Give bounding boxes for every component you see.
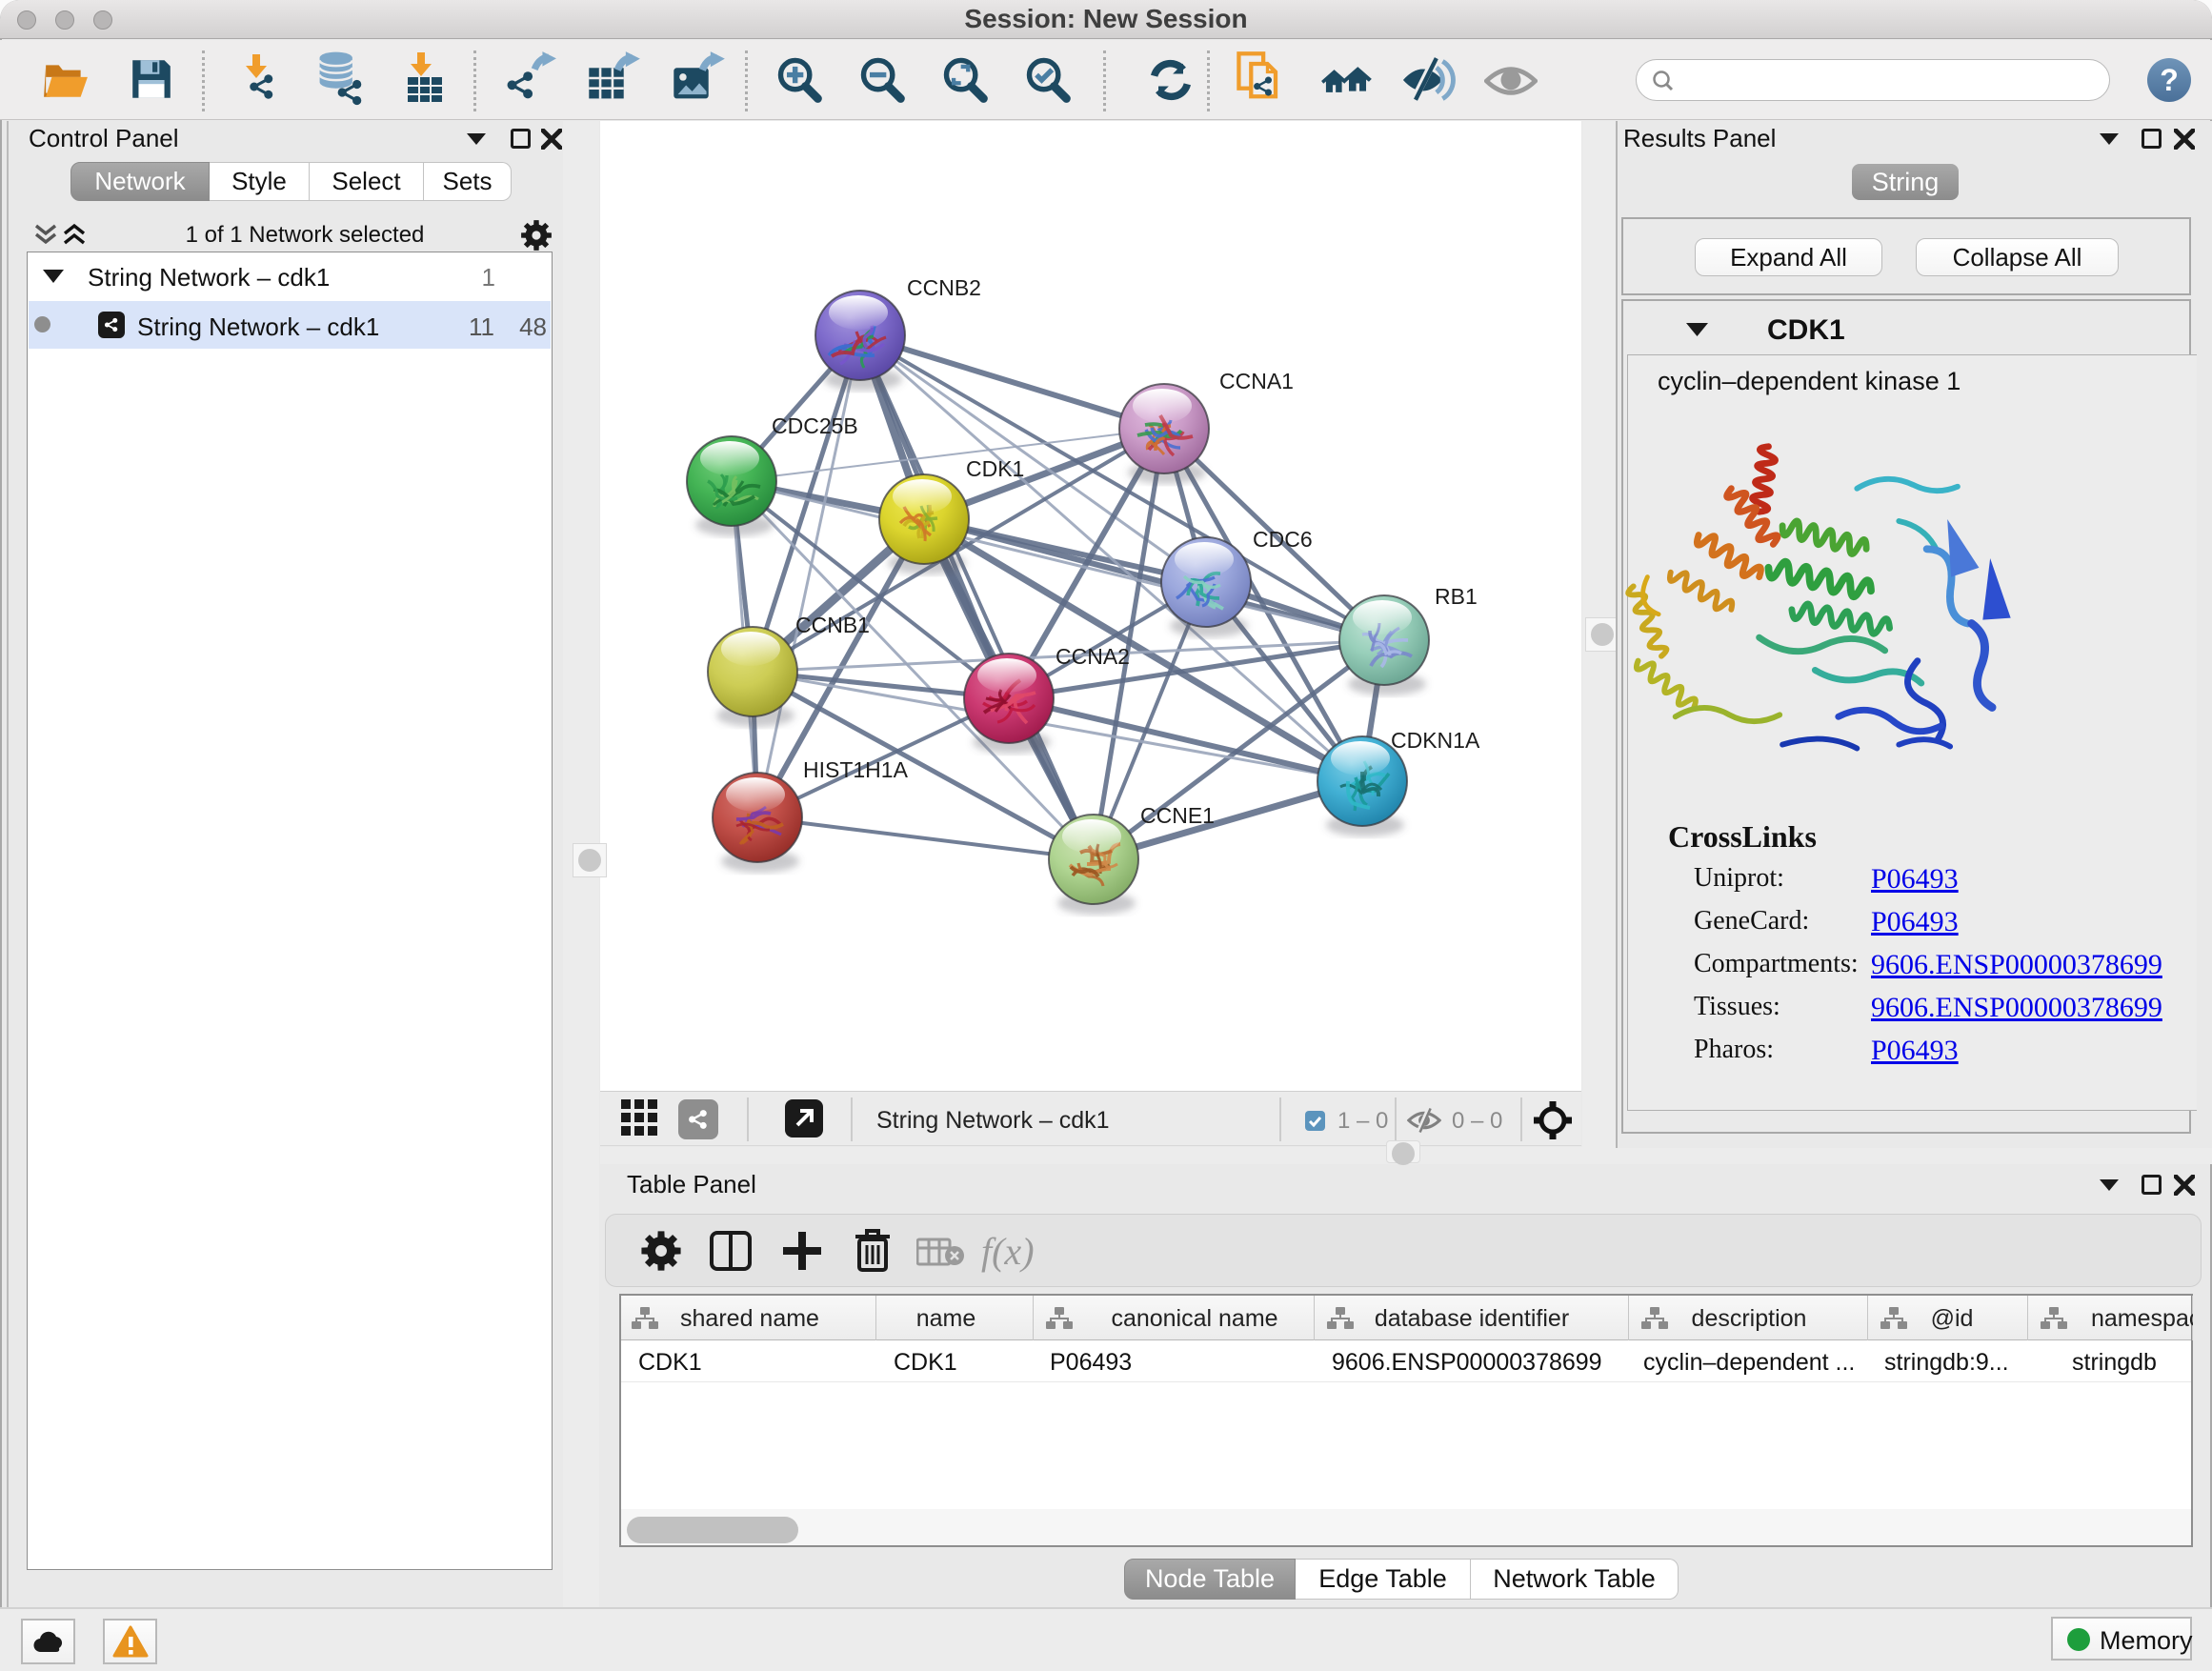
svg-text:CCNA1: CCNA1	[1219, 369, 1294, 393]
svg-text:CCNA2: CCNA2	[1056, 644, 1130, 669]
svg-text:RB1: RB1	[1435, 584, 1478, 609]
svg-text:CCNB1: CCNB1	[795, 613, 870, 637]
svg-text:CDKN1A: CDKN1A	[1391, 728, 1480, 753]
svg-text:CCNB2: CCNB2	[907, 275, 981, 300]
svg-text:CDK1: CDK1	[966, 456, 1024, 481]
svg-text:HIST1H1A: HIST1H1A	[803, 757, 909, 782]
svg-text:CCNE1: CCNE1	[1140, 803, 1215, 828]
svg-text:CDC25B: CDC25B	[772, 413, 858, 438]
svg-text:CDC6: CDC6	[1253, 527, 1313, 552]
